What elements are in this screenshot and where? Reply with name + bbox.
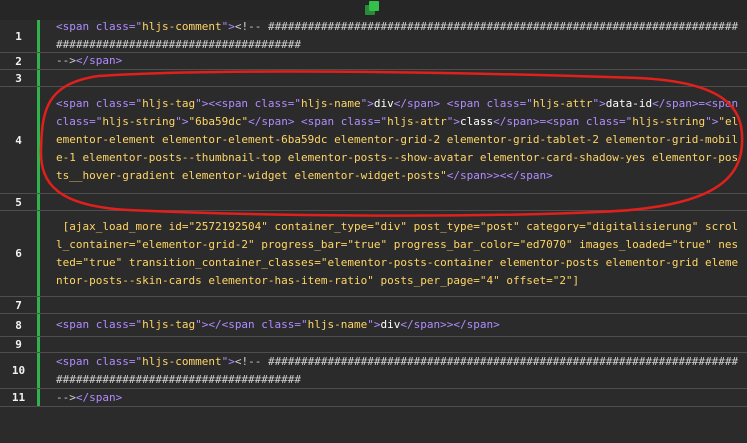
token-tag: </span>></span>: [400, 318, 500, 331]
line-number: 2: [0, 53, 40, 69]
token-tag: </span> <span class=": [248, 115, 388, 128]
code-text: <span class="hljs-comment"><!-- ########…: [40, 20, 747, 52]
code-toolbar: [0, 0, 747, 20]
line-number: 5: [0, 194, 40, 210]
token-tag: "></<span class=": [195, 318, 308, 331]
token-tag: <span class=": [56, 20, 143, 33]
token-str: hljs-attr: [387, 115, 447, 128]
token-tag: ">: [175, 115, 189, 128]
token-cm: -->: [56, 390, 76, 404]
token-str: hljs-name: [307, 318, 368, 331]
line-number: 4: [0, 87, 40, 193]
token-str: hljs-attr: [532, 97, 593, 110]
token-str: [ajax_load_more id="2572192504" containe…: [56, 219, 739, 287]
token-txt: div: [380, 318, 401, 331]
line-number: 6: [0, 211, 40, 296]
token-tag: ">: [592, 97, 606, 110]
copy-icon[interactable]: [365, 1, 381, 17]
code-text: --></span>: [40, 389, 747, 406]
code-line-4: 4 <span class="hljs-tag"><<span class="hl…: [0, 87, 747, 194]
token-str: hljs-comment: [142, 354, 222, 368]
code-line-3: 3: [0, 70, 747, 87]
token-str: hljs-string: [632, 115, 706, 128]
line-number: 7: [0, 297, 40, 313]
code-line-6: 6 [ajax_load_more id="2572192504" contai…: [0, 211, 747, 297]
token-tag: <span class=": [56, 318, 143, 331]
token-tag: ">: [367, 318, 381, 331]
line-number: 1: [0, 20, 40, 52]
token-tag: ">: [221, 354, 235, 368]
token-tag: <span class=": [56, 97, 143, 110]
token-tag: ">: [221, 20, 235, 33]
code-line-8: 8 <span class="hljs-tag"></<span class="h…: [0, 314, 747, 337]
code-block: 1 <span class="hljs-comment"><!-- #######…: [0, 20, 747, 407]
code-line-2: 2 --></span>: [0, 53, 747, 70]
token-tag: </span>><</span>: [446, 169, 553, 182]
code-text: --></span>: [40, 53, 747, 69]
code-text: <span class="hljs-tag"></<span class="hl…: [40, 314, 747, 336]
token-tag: <span class=": [56, 354, 143, 368]
token-tag: </span>: [75, 390, 123, 404]
code-line-10: 10 <span class="hljs-comment"><!-- ######…: [0, 353, 747, 389]
token-str: hljs-string: [102, 115, 176, 128]
code-line-9: 9: [0, 337, 747, 353]
line-number: 11: [0, 389, 40, 406]
token-str: hljs-tag: [142, 318, 196, 331]
token-tag: </span> <span class=": [393, 97, 533, 110]
code-line-11: 11 --></span>: [0, 389, 747, 407]
token-cm: -->: [56, 54, 76, 67]
code-line-1: 1 <span class="hljs-comment"><!-- #######…: [0, 20, 747, 53]
token-txt: div: [373, 97, 394, 110]
token-str: hljs-comment: [142, 20, 222, 33]
token-str: hljs-tag: [142, 97, 196, 110]
token-txt: data-id: [605, 97, 653, 110]
code-line-7: 7: [0, 297, 747, 314]
code-text: <span class="hljs-tag"><<span class="hlj…: [40, 87, 747, 193]
code-line-5: 5: [0, 194, 747, 211]
code-text: <span class="hljs-comment"><!-- ########…: [40, 353, 747, 388]
token-txt: class: [460, 115, 494, 128]
token-tag: ">: [446, 115, 461, 128]
line-number: 9: [0, 337, 40, 352]
token-str: "6ba59dc": [188, 115, 249, 128]
line-number: 8: [0, 314, 40, 336]
token-tag: ">: [360, 97, 374, 110]
token-tag: "><<span class=": [195, 97, 302, 110]
token-tag: ">: [705, 115, 719, 128]
code-text: [ajax_load_more id="2572192504" containe…: [40, 211, 747, 296]
token-str: hljs-name: [301, 97, 361, 110]
token-tag: </span>=<span class=": [493, 115, 633, 128]
line-number: 10: [0, 353, 40, 388]
line-number: 3: [0, 70, 40, 86]
token-tag: </span>: [75, 54, 123, 67]
